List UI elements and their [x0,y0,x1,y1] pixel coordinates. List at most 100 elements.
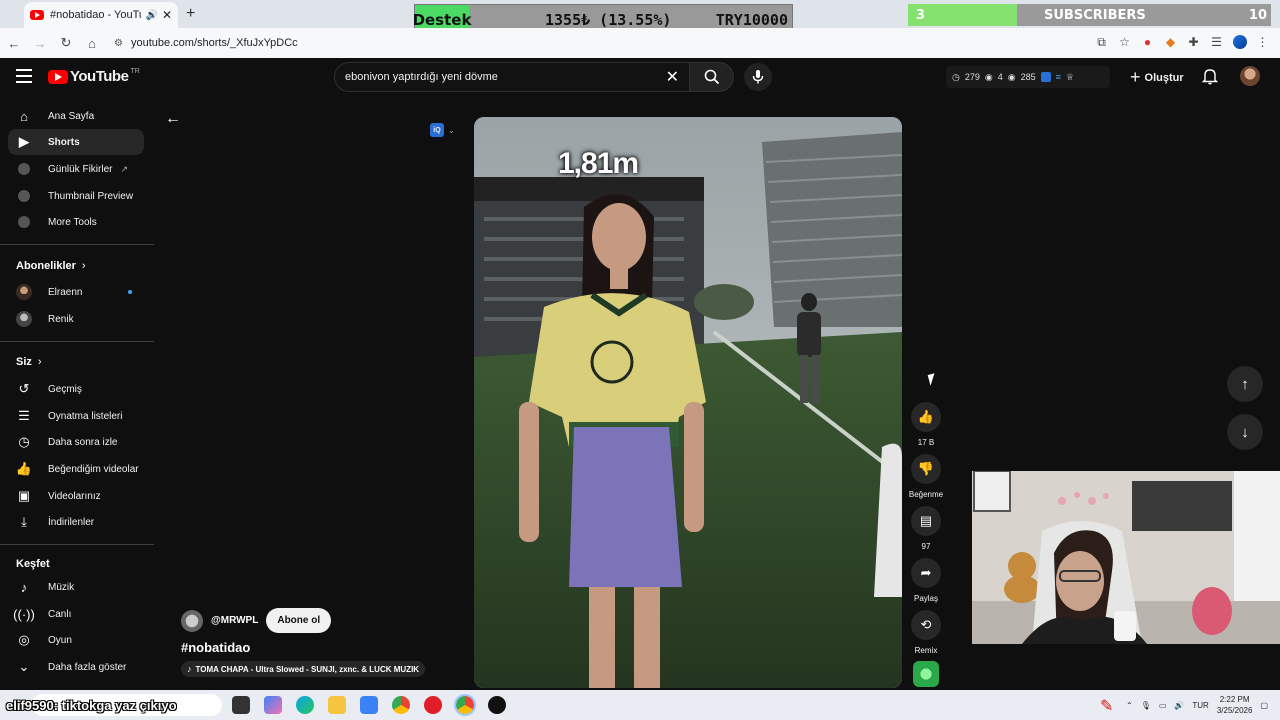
pen-icon[interactable]: ✎ [1100,696,1118,715]
extensions-puzzle-icon[interactable]: ✚ [1182,35,1205,52]
sidebar-item-gaming[interactable]: ◎ Oyun [8,627,144,653]
next-short-button[interactable]: ↓ [1227,414,1263,450]
install-icon[interactable]: ⧉ [1090,35,1113,52]
avatar[interactable] [1240,66,1260,86]
copilot-icon[interactable] [264,696,282,714]
share-icon: ➦ [920,565,932,580]
sidebar-item-label: More Tools [48,216,97,228]
sound-thumbnail[interactable] [913,661,939,687]
tool-icon [18,163,30,175]
new-tab-icon[interactable]: + [186,5,195,23]
music-chip[interactable]: ♪ TOMA CHAPA - Ultra Slowed - SUNJI, zxn… [181,661,426,677]
vidiq-chip[interactable]: iQ ⌄ [430,123,455,137]
share-button[interactable]: ➦ [911,558,941,588]
profile-icon[interactable] [1228,34,1251,52]
task-view-icon[interactable] [232,696,250,714]
back-icon[interactable]: ← [2,36,26,51]
tab-search-icon[interactable]: ☰ [1205,35,1228,52]
music-icon: ♪ [20,579,28,595]
sidebar-item-label: Beğendiğim videolar [48,463,139,475]
channel-handle[interactable]: @MRWPL [211,615,258,626]
eye-icon: ◉ [984,71,993,82]
donation-amount: 1355₺ (13.55%) [545,11,672,29]
language-indicator[interactable]: TUR [1192,701,1208,710]
store-icon[interactable] [360,696,378,714]
channel-avatar[interactable] [181,609,203,632]
speaker-icon[interactable]: 🔊 [145,10,157,21]
dislike-button[interactable]: 👎 [911,454,941,484]
donation-goal: TRY10000 [715,11,788,29]
volume-icon[interactable]: 🔊 [1174,701,1184,710]
network-icon[interactable]: ▭ [1159,701,1167,710]
home-browser-icon[interactable]: ⌂ [80,36,104,51]
search-input[interactable]: ebonivon yaptırdığı yeni dövme ✕ [334,62,690,92]
edge-icon[interactable] [296,696,314,714]
remix-icon: ⟲ [920,617,932,632]
sidebar-item-home[interactable]: ⌂ Ana Sayfa [8,103,144,129]
history-icon: ↺ [18,381,30,396]
sidebar-item-elraenn[interactable]: Elraenn [8,279,144,305]
subscribe-button[interactable]: Abone ol [266,608,332,633]
sidebar-item-gunluk-fikirler[interactable]: Günlük Fikirler ↗ [8,156,144,182]
chrome-icon[interactable] [392,696,410,714]
sidebar-item-more-tools[interactable]: More Tools [8,209,144,235]
clock[interactable]: 2:22 PM 3/25/2026 [1217,694,1253,716]
extension-fox-icon[interactable]: ◆ [1159,35,1182,52]
opera-icon[interactable] [424,696,442,714]
url-field[interactable]: ⚙ youtube.com/shorts/_XfuJxYpDCc [114,37,298,49]
youtube-logo[interactable]: YouTube TR [48,68,140,85]
sidebar-item-renik[interactable]: Renik [8,306,144,332]
vidiq-icon[interactable] [1040,72,1051,82]
sidebar-item-show-more[interactable]: ⌄ Daha fazla göster [8,654,144,680]
obs-icon[interactable] [488,696,506,714]
region-code: TR [130,68,140,75]
remix-button[interactable]: ⟲ [911,610,941,640]
forward-icon[interactable]: → [28,36,52,51]
sidebar-item-downloads[interactable]: ⤓ İndirilenler [8,509,144,535]
site-info-icon[interactable]: ⚙ [114,38,123,49]
sidebar-item-liked-videos[interactable]: 👍 Beğendiğim videolar [8,456,144,482]
sidebar-item-label: Günlük Fikirler [48,163,113,175]
windows-taskbar: ✎ ⌃ 🎙 ▭ 🔊 TUR 2:22 PM 3/25/2026 ▢ [0,690,1280,720]
bookmark-star-icon[interactable]: ☆ [1113,35,1136,52]
stat-b: 4 [997,72,1003,82]
sidebar-item-thumbnail-preview[interactable]: Thumbnail Preview [8,183,144,209]
you-heading[interactable]: Siz › [16,356,42,368]
sidebar-item-shorts[interactable]: ▶ Shorts [8,129,144,155]
clear-icon[interactable]: ✕ [666,67,679,87]
extension-red-icon[interactable]: ● [1136,35,1159,52]
back-arrow-icon[interactable]: ← [165,110,181,128]
notifications-bell-icon[interactable] [1202,68,1218,85]
list-icon[interactable]: ≡ [1056,72,1061,82]
arrow-down-icon: ↓ [1241,423,1249,441]
close-icon[interactable]: ✕ [162,8,172,22]
previous-short-button[interactable]: ↑ [1227,366,1263,402]
chrome-active-icon[interactable] [454,694,476,716]
subscriptions-heading[interactable]: Abonelikler › [16,260,86,272]
sidebar-item-history[interactable]: ↺ Geçmiş [8,376,144,402]
sidebar-item-live[interactable]: ((·)) Canlı [8,601,144,627]
hamburger-menu-icon[interactable] [16,69,32,83]
chevron-down-icon: ⌄ [448,125,455,135]
reload-icon[interactable]: ↻ [54,35,78,51]
short-video-player[interactable]: 1,81m [474,117,902,688]
voice-search-button[interactable] [744,63,772,91]
video-title[interactable]: #nobatidao [181,640,250,655]
create-button[interactable]: + Oluştur [1130,67,1184,88]
like-button[interactable]: 👍 [911,402,941,432]
menu-kebab-icon[interactable]: ⋮ [1251,35,1274,52]
sidebar-item-your-videos[interactable]: ▣ Videolarınız [8,483,144,509]
channel-info: @MRWPL Abone ol [181,608,332,633]
mouse-cursor-icon [927,373,938,386]
trophy-icon[interactable]: ♕ [1066,72,1074,83]
search-button[interactable] [690,62,734,92]
sidebar-item-watch-later[interactable]: ◷ Daha sonra izle [8,429,144,455]
notifications-icon[interactable]: ▢ [1260,701,1268,710]
sidebar-item-playlists[interactable]: ☰ Oynatma listeleri [8,403,144,429]
browser-tab[interactable]: #nobatidao - YouTube 🔊 ✕ [24,2,178,28]
tray-chevron-icon[interactable]: ⌃ [1126,701,1133,710]
comments-button[interactable]: ▤ [911,506,941,536]
mic-tray-icon[interactable]: 🎙 [1141,701,1151,710]
sidebar-item-music[interactable]: ♪ Müzik [8,574,144,600]
file-explorer-icon[interactable] [328,696,346,714]
